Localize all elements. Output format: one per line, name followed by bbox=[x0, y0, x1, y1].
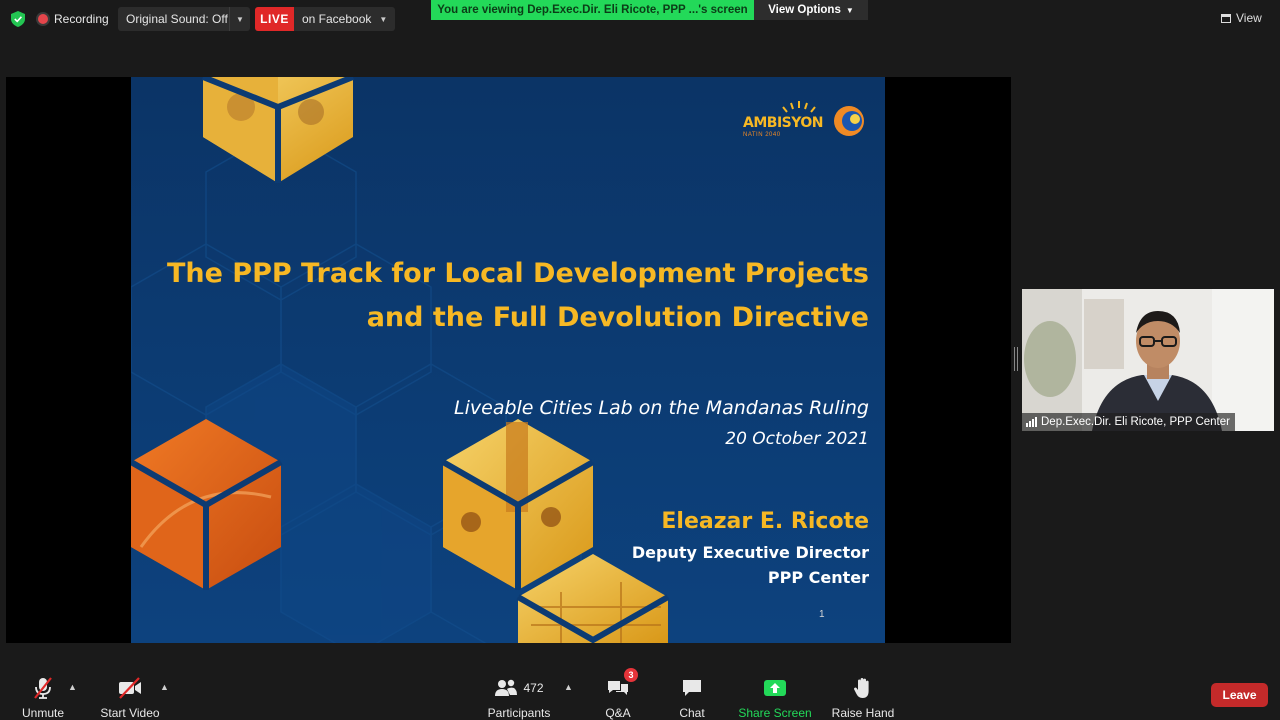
live-stream-button[interactable]: LIVE on Facebook ▼ bbox=[255, 7, 396, 31]
security-shield-icon[interactable] bbox=[11, 11, 25, 27]
raise-hand-button[interactable]: Raise Hand bbox=[832, 662, 894, 720]
slide-subtitle: Liveable Cities Lab on the Mandanas Ruli… bbox=[454, 397, 869, 419]
muted-microphone-icon bbox=[31, 674, 55, 701]
presenter-name: Eleazar E. Ricote bbox=[661, 509, 869, 534]
people-icon bbox=[495, 679, 518, 696]
recording-label: Recording bbox=[54, 12, 109, 26]
original-sound-dropdown-icon[interactable]: ▼ bbox=[229, 7, 250, 31]
screen-share-viewing-banner: You are viewing Dep.Exec.Dir. Eli Ricote… bbox=[431, 0, 754, 20]
recording-dot-icon bbox=[38, 14, 48, 24]
start-video-button[interactable]: Start Video bbox=[100, 662, 160, 720]
recording-indicator[interactable]: Recording bbox=[38, 8, 109, 30]
chat-icon bbox=[681, 674, 703, 701]
original-sound-label: Original Sound: Off bbox=[126, 12, 228, 26]
view-label: View bbox=[1236, 11, 1262, 25]
logo-text: AMBISYON bbox=[743, 115, 824, 131]
chat-button[interactable]: Chat bbox=[676, 662, 708, 720]
participant-video-feed bbox=[1022, 289, 1274, 431]
qa-notification-badge: 3 bbox=[624, 668, 638, 682]
share-screen-label: Share Screen bbox=[738, 706, 812, 720]
presenter-role: Deputy Executive Director bbox=[631, 543, 869, 562]
participants-count: 472 bbox=[523, 680, 544, 695]
live-destination-label: on Facebook bbox=[302, 12, 372, 26]
original-sound-button[interactable]: Original Sound: Off ▼ bbox=[118, 7, 250, 31]
start-video-label: Start Video bbox=[100, 706, 160, 720]
chat-label: Chat bbox=[679, 706, 705, 720]
participants-button[interactable]: 472 Participants bbox=[488, 662, 550, 720]
presenter-organization: PPP Center bbox=[767, 568, 869, 587]
slide-date: 20 October 2021 bbox=[725, 429, 869, 449]
participants-options-caret-icon[interactable]: ▲ bbox=[564, 682, 573, 692]
unmute-label: Unmute bbox=[21, 706, 65, 720]
raise-hand-label: Raise Hand bbox=[831, 706, 895, 720]
live-badge: LIVE bbox=[255, 7, 294, 31]
audio-options-caret-icon[interactable]: ▲ bbox=[68, 682, 77, 692]
gallery-view-icon bbox=[1221, 13, 1231, 23]
share-screen-icon bbox=[763, 674, 787, 701]
slide-title-line-1: The PPP Track for Local Development Proj… bbox=[166, 258, 869, 289]
view-options-button[interactable]: View Options ▼ bbox=[754, 0, 868, 20]
view-button[interactable]: View bbox=[1221, 8, 1262, 28]
qa-label: Q&A bbox=[605, 706, 631, 720]
live-dropdown-icon: ▼ bbox=[379, 14, 388, 24]
panel-resize-handle[interactable] bbox=[1014, 347, 1018, 371]
ambisyon-logo: AMBISYON NATIN 2040 bbox=[741, 101, 869, 143]
participant-video-tile[interactable]: Dep.Exec.Dir. Eli Ricote, PPP Center bbox=[1022, 289, 1274, 431]
slide-page-number: 1 bbox=[819, 609, 825, 620]
video-options-caret-icon[interactable]: ▲ bbox=[160, 682, 169, 692]
presentation-slide: AMBISYON NATIN 2040 The PPP Track for Lo… bbox=[131, 77, 885, 643]
view-options-label: View Options bbox=[768, 4, 841, 16]
logo-subtext: NATIN 2040 bbox=[743, 132, 781, 138]
live-destination[interactable]: on Facebook ▼ bbox=[294, 7, 395, 31]
video-off-icon bbox=[117, 674, 143, 701]
participant-name: Dep.Exec.Dir. Eli Ricote, PPP Center bbox=[1041, 416, 1230, 428]
meeting-toolbar: Unmute ▲ Start Video ▲ 472 Participants … bbox=[0, 662, 1280, 720]
share-screen-button[interactable]: Share Screen bbox=[738, 662, 812, 720]
slide-title-line-2: and the Full Devolution Directive bbox=[366, 302, 869, 333]
qa-button[interactable]: 3 Q&A bbox=[600, 662, 638, 720]
qa-icon: 3 bbox=[606, 668, 638, 701]
participants-icon-group: 472 bbox=[494, 674, 544, 701]
slide-title: The PPP Track for Local Development Proj… bbox=[167, 252, 869, 340]
connection-signal-icon bbox=[1026, 417, 1037, 427]
unmute-button[interactable]: Unmute bbox=[20, 662, 66, 720]
participant-name-label: Dep.Exec.Dir. Eli Ricote, PPP Center bbox=[1022, 413, 1235, 431]
leave-button[interactable]: Leave bbox=[1211, 683, 1268, 707]
chevron-down-icon: ▼ bbox=[845, 5, 854, 15]
raised-hand-icon bbox=[853, 674, 873, 701]
participants-label: Participants bbox=[487, 706, 551, 720]
